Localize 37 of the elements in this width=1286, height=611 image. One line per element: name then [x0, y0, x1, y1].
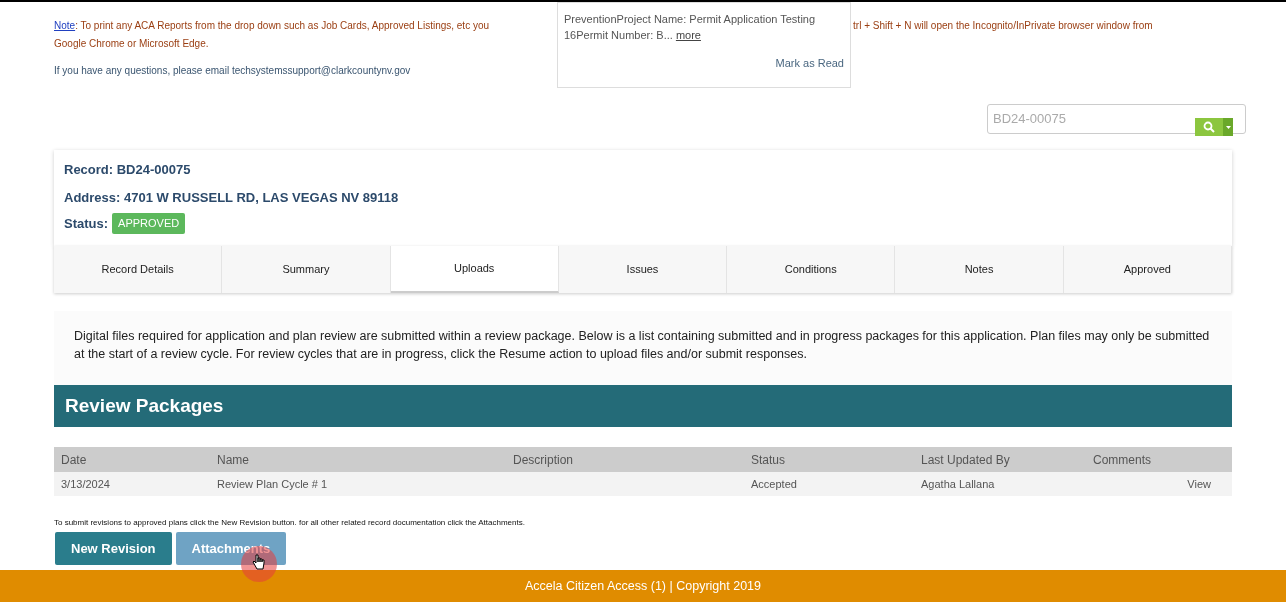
new-revision-button[interactable]: New Revision	[55, 532, 172, 565]
record-number: Record: BD24-00075	[64, 161, 192, 179]
tab[interactable]: Conditions	[727, 246, 896, 293]
record-address: Address: 4701 W RUSSELL RD, LAS VEGAS NV 89118	[64, 188, 400, 207]
notification-text: PreventionProject Name: Permit Application Testing 16Permit Number: B... more	[564, 12, 817, 43]
tab[interactable]: Notes	[895, 246, 1064, 293]
table-cell: Accepted	[751, 477, 797, 490]
table-cell: 3/13/2024	[61, 477, 110, 490]
tab[interactable]: Issues	[558, 246, 728, 293]
tab[interactable]: Summary	[222, 246, 391, 293]
caret-icon	[1225, 125, 1231, 129]
search-icon	[1203, 121, 1215, 133]
hint-text: To submit revisions to approved plans click the New Revision button. for all other related record documentation click the Attachments.	[54, 517, 526, 529]
mark-as-read-link[interactable]: Mark as Read	[775, 55, 844, 72]
column-header: Status	[751, 452, 786, 467]
note-text: trl + Shift + N will open the Incognito/InPrivate browser window from	[853, 19, 1153, 33]
tab[interactable]: Uploads	[390, 246, 559, 293]
note-text: Note: To print any ACA Reports from the drop down such as Job Cards, Approved Listings, etc you	[54, 19, 490, 33]
search-button[interactable]	[1195, 118, 1233, 136]
column-header: Last Updated By	[921, 452, 1010, 467]
column-header: Description	[513, 452, 574, 467]
tab[interactable]: Approved	[1063, 246, 1232, 293]
status-label: Status:	[64, 214, 109, 233]
hand-cursor-icon	[252, 554, 266, 571]
tab[interactable]: Record Details	[54, 246, 223, 293]
table-cell: Review Plan Cycle # 1	[217, 477, 328, 490]
status-badge: APPROVED	[112, 213, 186, 234]
column-header: Name	[217, 452, 249, 467]
view-link[interactable]: View	[1187, 475, 1211, 493]
footer-bar: Accela Citizen Access (1) | Copyright 2019	[0, 570, 1286, 602]
column-header: Comments	[1093, 452, 1151, 467]
more-link[interactable]: more	[675, 29, 701, 41]
intro-paragraph: Digital files required for application and plan review are submitted within a review package. Below is a list containing submitted and in progress packages for this application. Plan files may only be submitted at the start of a review cycle. For review cycles that are in progress, click the Resume action to upload files and/or submit responses.	[74, 328, 1211, 363]
section-header: Review Packages	[54, 385, 1232, 427]
column-header: Date	[61, 452, 87, 467]
contact-text: If you have any questions, please email techsystemssupport@clarkcountynv.gov	[54, 64, 411, 78]
table-cell: Agatha Lallana	[921, 477, 995, 490]
